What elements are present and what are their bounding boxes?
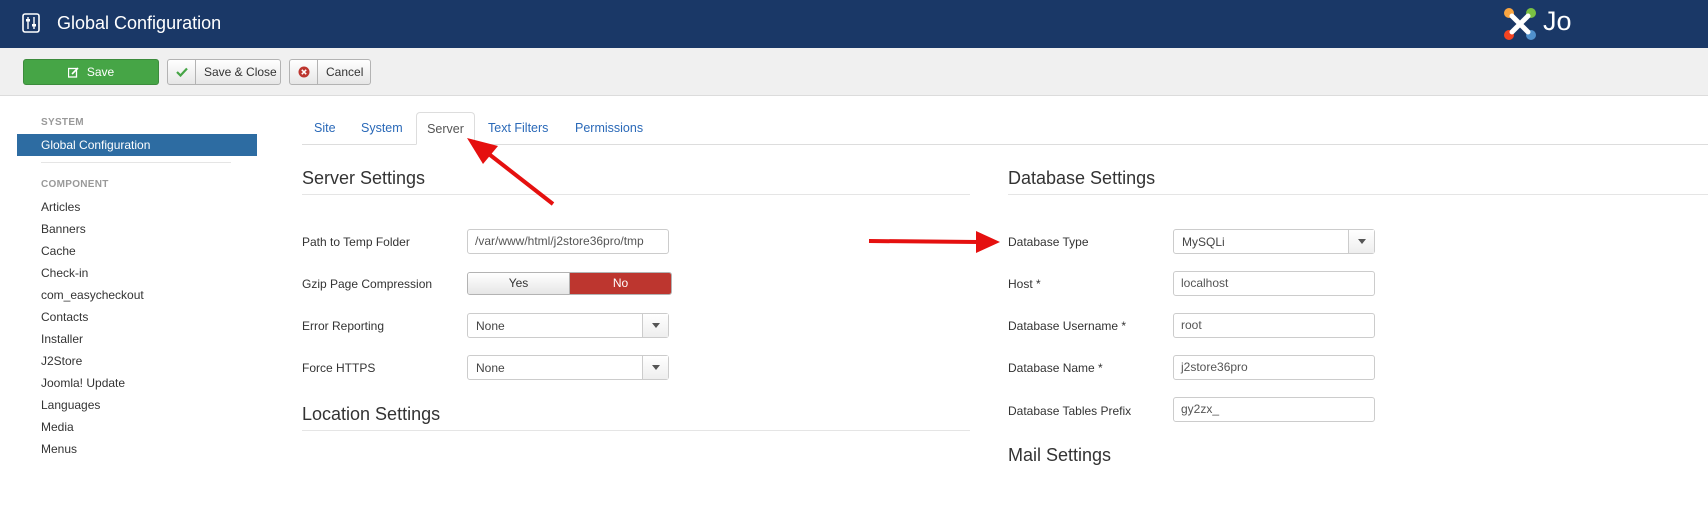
sidebar-item-menus[interactable]: Menus [41,442,77,456]
error-reporting-select[interactable]: None [467,313,669,338]
tab-site[interactable]: Site [314,121,336,135]
sidebar-item-cache[interactable]: Cache [41,244,76,258]
save-close-button[interactable]: Save & Close [167,59,281,85]
sidebar-item-articles[interactable]: Articles [41,200,80,214]
table-prefix-label: Database Tables Prefix [1008,404,1132,418]
server-settings-title: Server Settings [302,168,426,188]
toolbar: Save Save & Close Cancel [0,48,1708,96]
sidebar-heading-system: SYSTEM [41,117,84,128]
sidebar-heading-component: COMPONENT [41,179,109,190]
sidebar-item-j2store[interactable]: J2Store [41,354,82,368]
gzip-no-button[interactable]: No [570,273,671,294]
save-button[interactable]: Save [23,59,159,85]
database-name-input[interactable]: j2store36pro [1173,355,1375,380]
tab-text-filters[interactable]: Text Filters [488,121,548,135]
host-input[interactable]: localhost [1173,271,1375,296]
database-settings-title: Database Settings [1008,168,1156,188]
joomla-logo-icon [1504,8,1536,40]
sidebar-item-installer[interactable]: Installer [41,332,83,346]
tabs-divider [302,144,1708,145]
database-type-label: Database Type [1008,235,1089,249]
location-settings-title: Location Settings [302,404,441,424]
configuration-icon [22,13,40,33]
page-title: Global Configuration [57,13,222,33]
tab-server[interactable]: Server [416,112,475,145]
header-bar: Global Configuration Jo [0,0,1708,48]
database-type-value: MySQLi [1182,235,1225,249]
sidebar-item-com-easycheckout[interactable]: com_easycheckout [41,288,144,302]
sidebar-item-media[interactable]: Media [41,420,74,434]
cancel-icon [298,66,309,78]
tab-permissions[interactable]: Permissions [575,121,643,135]
force-https-select[interactable]: None [467,355,669,380]
caret-down-icon [642,314,668,337]
caret-down-icon [642,356,668,379]
server-settings-rule [302,194,970,195]
error-reporting-label: Error Reporting [302,319,385,333]
save-label: Save [86,65,115,79]
sidebar-item-contacts[interactable]: Contacts [41,310,88,324]
database-type-select[interactable]: MySQLi [1173,229,1375,254]
database-settings-rule [1008,194,1708,195]
sidebar-item-banners[interactable]: Banners [41,222,86,236]
database-username-input[interactable]: root [1173,313,1375,338]
temp-folder-input[interactable]: /var/www/html/j2store36pro/tmp [467,229,669,254]
sidebar-item-global-configuration[interactable]: Global Configuration [17,134,257,156]
temp-folder-label: Path to Temp Folder [302,235,410,249]
edit-icon [67,66,79,78]
sidebar-item-languages[interactable]: Languages [41,398,100,412]
database-name-label: Database Name * [1008,361,1103,375]
table-prefix-input[interactable]: gy2zx_ [1173,397,1375,422]
caret-down-icon [1348,230,1374,253]
force-https-value: None [476,361,505,375]
gzip-yes-button[interactable]: Yes [468,273,570,294]
host-label: Host * [1008,277,1041,291]
check-icon [175,67,188,77]
force-https-label: Force HTTPS [302,361,376,375]
joomla-logo-text: Jo [1543,6,1572,36]
database-username-label: Database Username * [1008,319,1127,333]
gzip-toggle: Yes No [467,272,672,295]
location-settings-rule [302,430,970,431]
sidebar-item-joomla-update[interactable]: Joomla! Update [41,376,125,390]
gzip-label: Gzip Page Compression [302,277,433,291]
cancel-label: Cancel [326,65,364,79]
arrow-to-database-type [868,231,1000,253]
cancel-button[interactable]: Cancel [289,59,371,85]
save-close-label: Save & Close [204,65,277,79]
error-reporting-value: None [476,319,505,333]
sidebar-divider [41,162,231,163]
tab-system[interactable]: System [361,121,403,135]
sidebar-item-check-in[interactable]: Check-in [41,266,88,280]
mail-settings-title: Mail Settings [1008,445,1112,465]
